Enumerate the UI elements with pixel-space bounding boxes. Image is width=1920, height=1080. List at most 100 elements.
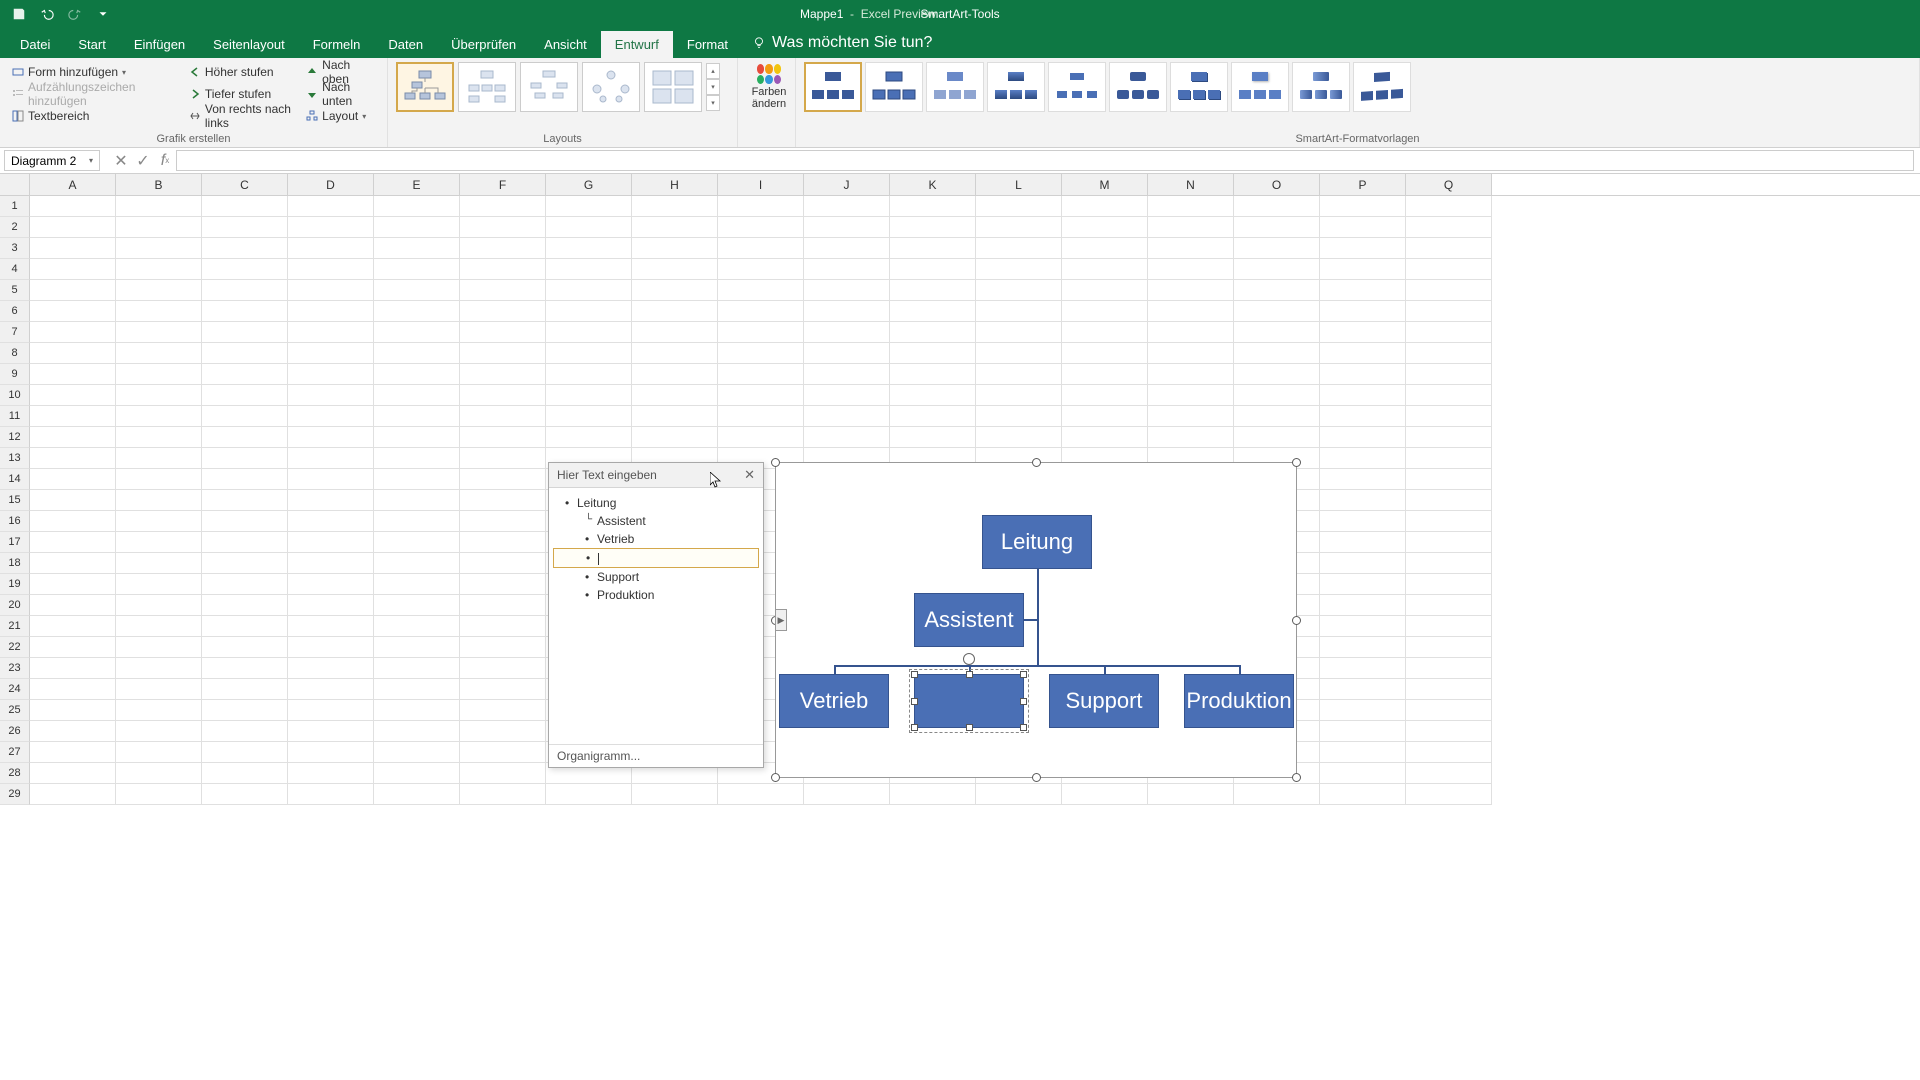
cell[interactable]	[288, 385, 374, 406]
cell[interactable]	[890, 385, 976, 406]
row-header[interactable]: 26	[0, 721, 30, 742]
row-header[interactable]: 10	[0, 385, 30, 406]
text-pane-item[interactable]: Support	[553, 568, 759, 586]
cell[interactable]	[976, 217, 1062, 238]
cell[interactable]	[202, 364, 288, 385]
confirm-formula-button[interactable]: ✓	[132, 150, 154, 172]
style-option-9[interactable]	[1292, 62, 1350, 112]
cell[interactable]	[374, 427, 460, 448]
cell[interactable]	[1320, 616, 1406, 637]
cell[interactable]	[116, 301, 202, 322]
layout-menu-button[interactable]: Layout▾	[302, 106, 379, 126]
cell[interactable]	[288, 343, 374, 364]
cell[interactable]	[1406, 280, 1492, 301]
cell[interactable]	[1148, 301, 1234, 322]
cell[interactable]	[1320, 385, 1406, 406]
row-header[interactable]: 16	[0, 511, 30, 532]
cell[interactable]	[1320, 322, 1406, 343]
cell[interactable]	[30, 616, 116, 637]
cell[interactable]	[460, 259, 546, 280]
cell[interactable]	[1406, 385, 1492, 406]
cell[interactable]	[116, 196, 202, 217]
row-header[interactable]: 1	[0, 196, 30, 217]
cell[interactable]	[202, 322, 288, 343]
cell[interactable]	[288, 322, 374, 343]
col-header[interactable]: P	[1320, 174, 1406, 195]
cell[interactable]	[202, 784, 288, 805]
cell[interactable]	[460, 721, 546, 742]
undo-button[interactable]	[34, 2, 60, 26]
cell[interactable]	[632, 217, 718, 238]
cell[interactable]	[374, 553, 460, 574]
cell[interactable]	[1406, 532, 1492, 553]
col-header[interactable]: M	[1062, 174, 1148, 195]
cell[interactable]	[30, 658, 116, 679]
cell[interactable]	[1148, 322, 1234, 343]
cell[interactable]	[632, 280, 718, 301]
cell[interactable]	[1148, 238, 1234, 259]
cell[interactable]	[30, 784, 116, 805]
cell[interactable]	[116, 217, 202, 238]
cell[interactable]	[890, 196, 976, 217]
col-header[interactable]: F	[460, 174, 546, 195]
text-pane-expand-button[interactable]: ▶	[775, 609, 787, 631]
cell[interactable]	[718, 784, 804, 805]
cell[interactable]	[718, 343, 804, 364]
cell[interactable]	[718, 238, 804, 259]
cell[interactable]	[1148, 427, 1234, 448]
cell[interactable]	[1320, 280, 1406, 301]
tab-seitenlayout[interactable]: Seitenlayout	[199, 31, 299, 58]
tab-ansicht[interactable]: Ansicht	[530, 31, 601, 58]
cell[interactable]	[460, 595, 546, 616]
style-option-7[interactable]	[1170, 62, 1228, 112]
cell[interactable]	[890, 259, 976, 280]
cell[interactable]	[30, 700, 116, 721]
cell[interactable]	[890, 364, 976, 385]
cell[interactable]	[374, 196, 460, 217]
cell[interactable]	[1320, 448, 1406, 469]
cell[interactable]	[890, 343, 976, 364]
rtl-button[interactable]: Von rechts nach links	[185, 106, 298, 126]
cell[interactable]	[632, 322, 718, 343]
org-node-support[interactable]: Support	[1049, 674, 1159, 728]
cell[interactable]	[804, 385, 890, 406]
col-header[interactable]: I	[718, 174, 804, 195]
cell[interactable]	[976, 238, 1062, 259]
style-option-1[interactable]	[804, 62, 862, 112]
cell[interactable]	[804, 301, 890, 322]
qat-customize[interactable]	[90, 2, 116, 26]
cell[interactable]	[632, 364, 718, 385]
cell[interactable]	[976, 301, 1062, 322]
cell[interactable]	[30, 322, 116, 343]
cell[interactable]	[804, 343, 890, 364]
cell[interactable]	[1062, 196, 1148, 217]
layout-option-3[interactable]	[520, 62, 578, 112]
row-header[interactable]: 17	[0, 532, 30, 553]
cell[interactable]	[1320, 364, 1406, 385]
cell[interactable]	[632, 238, 718, 259]
cell[interactable]	[460, 511, 546, 532]
cell[interactable]	[804, 406, 890, 427]
style-option-6[interactable]	[1109, 62, 1167, 112]
tab-format[interactable]: Format	[673, 31, 742, 58]
cell[interactable]	[374, 742, 460, 763]
cell[interactable]	[1234, 217, 1320, 238]
cell[interactable]	[1062, 280, 1148, 301]
cell[interactable]	[30, 406, 116, 427]
cell[interactable]	[1234, 322, 1320, 343]
cell[interactable]	[1062, 784, 1148, 805]
cell[interactable]	[202, 763, 288, 784]
promote-button[interactable]: Höher stufen	[185, 62, 298, 82]
tab-start[interactable]: Start	[64, 31, 119, 58]
row-header[interactable]: 22	[0, 637, 30, 658]
cell[interactable]	[976, 280, 1062, 301]
cell[interactable]	[1406, 637, 1492, 658]
cell[interactable]	[1406, 763, 1492, 784]
text-pane-item[interactable]: Produktion	[553, 586, 759, 604]
cell[interactable]	[202, 721, 288, 742]
cell[interactable]	[116, 364, 202, 385]
cell[interactable]	[1320, 301, 1406, 322]
cell[interactable]	[202, 553, 288, 574]
cell[interactable]	[202, 448, 288, 469]
org-node-assistent[interactable]: Assistent	[914, 593, 1024, 647]
